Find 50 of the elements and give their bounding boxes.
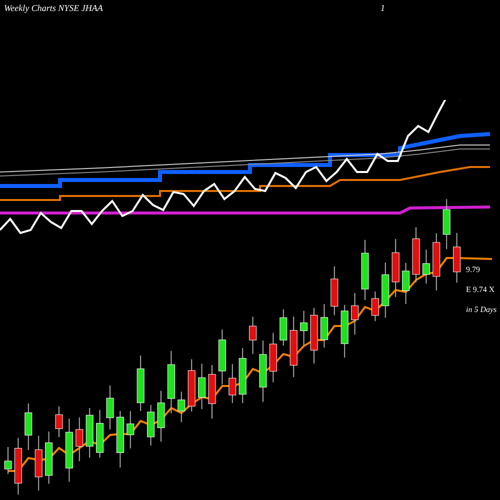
candlestick bbox=[4, 446, 12, 474]
candlestick bbox=[340, 304, 348, 358]
candlestick bbox=[422, 249, 430, 284]
candlestick bbox=[55, 406, 63, 438]
candlestick bbox=[198, 363, 206, 410]
candlestick bbox=[188, 358, 196, 412]
candlestick bbox=[34, 435, 42, 492]
marker-text: 1 bbox=[380, 2, 385, 15]
candlestick bbox=[320, 304, 328, 348]
price-label: E 9.74 X bbox=[466, 284, 496, 296]
candlestick bbox=[382, 262, 390, 318]
candlestick bbox=[24, 402, 32, 451]
candlestick bbox=[300, 310, 308, 346]
candlestick bbox=[351, 292, 359, 335]
candlestick bbox=[76, 416, 84, 462]
candlestick bbox=[442, 198, 450, 250]
candlestick bbox=[208, 364, 216, 420]
candlestick bbox=[453, 232, 461, 284]
price-label: 9.79 bbox=[466, 264, 481, 276]
price-label: in 5 Days bbox=[466, 304, 497, 316]
chart-title: Weekly Charts NYSE JHAA bbox=[4, 2, 103, 15]
candlestick bbox=[167, 350, 175, 414]
candlestick bbox=[136, 355, 144, 412]
candlestick bbox=[269, 332, 277, 383]
candlestick bbox=[361, 239, 369, 300]
candlestick bbox=[228, 364, 236, 404]
candlestick bbox=[45, 431, 53, 484]
candlestick bbox=[178, 391, 186, 423]
candlestick bbox=[259, 340, 267, 402]
candlestick bbox=[330, 266, 338, 316]
candlestick bbox=[432, 232, 440, 291]
candlestick bbox=[402, 262, 410, 305]
candlestick bbox=[310, 307, 318, 364]
candlestick bbox=[116, 410, 124, 468]
candlestick bbox=[218, 329, 226, 385]
candlestick bbox=[65, 418, 73, 482]
candlestick bbox=[106, 384, 114, 430]
candlestick bbox=[412, 226, 420, 283]
candlestick bbox=[249, 316, 257, 354]
candlestick bbox=[86, 407, 94, 458]
candlestick bbox=[371, 291, 379, 322]
candlestick bbox=[280, 308, 288, 346]
candlestick bbox=[147, 404, 155, 446]
candlestick bbox=[238, 348, 246, 404]
candlestick bbox=[126, 410, 134, 449]
candlestick bbox=[14, 437, 22, 496]
candlestick bbox=[290, 316, 298, 378]
candlestick bbox=[96, 409, 104, 458]
candlestick bbox=[392, 238, 400, 298]
candlestick bbox=[157, 390, 165, 442]
